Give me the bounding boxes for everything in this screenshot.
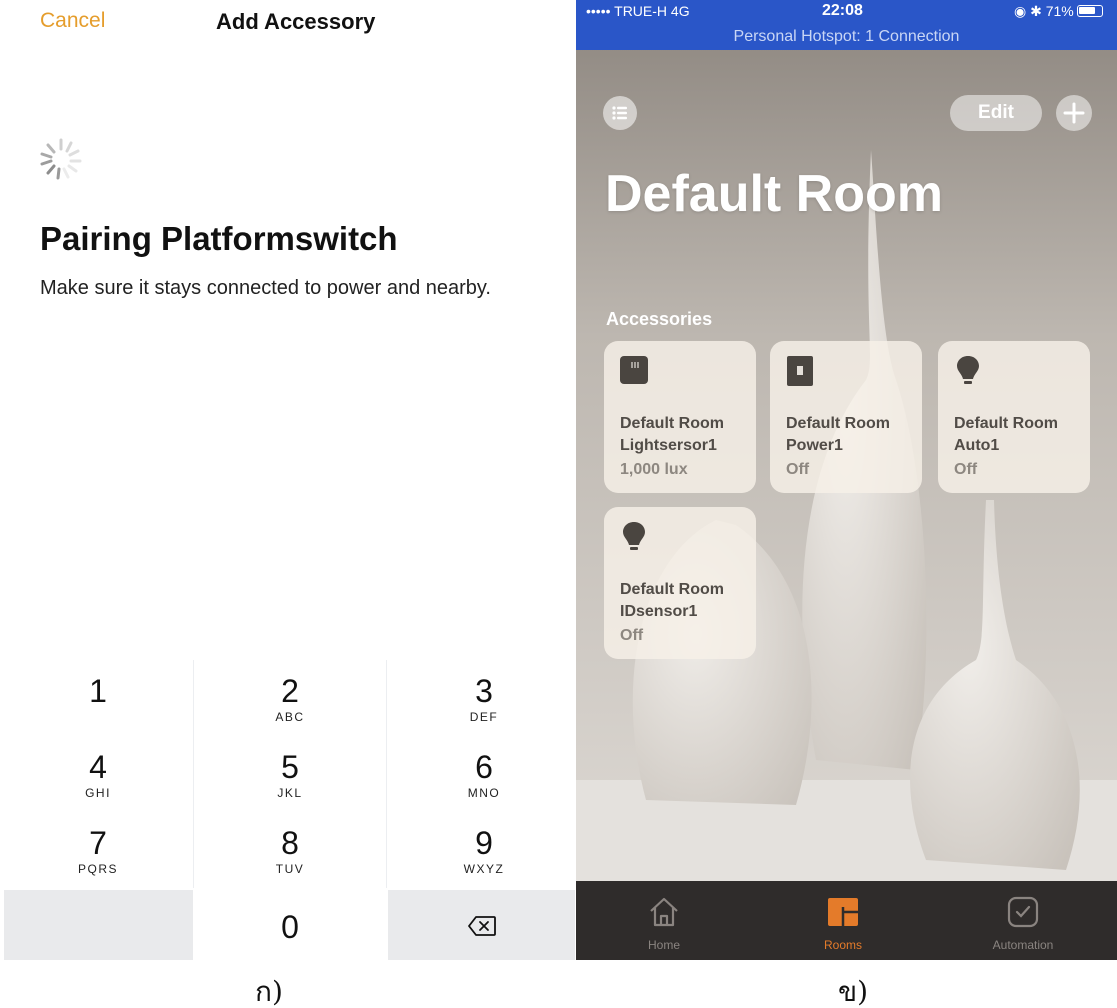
numeric-keypad: 1 2 ABC 3 DEF 4 GHI 5 JKL 6 MNO 7 PQRS 8… [0,660,575,960]
figure-caption-right: ข) [838,975,869,1008]
cancel-button[interactable]: Cancel [40,9,105,33]
tab-rooms[interactable]: Rooms [773,881,913,960]
backspace-key[interactable] [388,890,575,960]
key-digit: 9 [475,825,493,861]
carrier-label: ••••• TRUE-H 4G [586,3,690,19]
bluetooth-icon: ◉ ✱ [1014,3,1046,19]
key-digit: 1 [89,673,107,709]
key-3[interactable]: 3 DEF [389,660,579,736]
accessory-tile-power[interactable]: Default Room Power1 Off [770,341,922,493]
status-bar: ••••• TRUE-H 4G 22:08 ◉ ✱ 71% Personal H… [576,0,1117,50]
backspace-icon [468,916,496,936]
accessory-tile-lightsensor[interactable]: Default Room Lightsersor1 1,000 lux [604,341,756,493]
key-letters: GHI [85,786,111,800]
tile-accessory-name: Auto1 [954,437,1000,454]
key-digit: 0 [281,909,299,945]
list-button[interactable] [603,96,637,130]
key-digit: 6 [475,749,493,785]
key-letters: DEF [469,710,499,724]
spinner-icon [40,138,82,180]
sensor-icon [620,356,648,384]
tile-status: Off [954,461,978,478]
tile-accessory-name: Lightsersor1 [620,437,717,454]
tab-label: Automation [992,938,1054,952]
accessory-tile-auto[interactable]: Default Room Auto1 Off [938,341,1090,493]
key-digit: 5 [281,749,299,785]
nav-title: Add Accessory [216,9,376,34]
key-2[interactable]: 2 ABC [195,660,385,736]
key-digit: 7 [89,825,107,861]
keypad-blank-key [4,890,193,960]
room-title: Default Room [605,165,943,223]
key-digit: 4 [89,749,107,785]
tab-label: Home [647,938,680,952]
key-6[interactable]: 6 MNO [389,736,579,812]
lightbulb-icon [957,356,979,384]
key-5[interactable]: 5 JKL [195,736,385,812]
tile-accessory-name: Power1 [786,437,843,454]
battery-indicator: ◉ ✱ 71% [1014,3,1103,20]
tile-room-name: Default Room [786,415,890,432]
key-letters: JKL [277,786,303,800]
tab-home[interactable]: Home [594,881,734,960]
pairing-title: Pairing Platformswitch [40,220,398,257]
home-icon [650,897,678,927]
key-letters: PQRS [77,862,118,876]
tile-status: Off [620,627,644,644]
key-letters: MNO [467,786,501,800]
tile-room-name: Default Room [620,581,724,598]
tab-automation[interactable]: Automation [953,881,1093,960]
tile-accessory-name: IDsensor1 [620,603,698,620]
key-letters: ABC [275,710,305,724]
key-0[interactable]: 0 [195,896,385,972]
tab-label: Rooms [823,938,862,952]
edit-button[interactable]: Edit [950,95,1042,131]
clock-icon [1007,896,1039,928]
pairing-instructions: Make sure it stays connected to power an… [40,277,491,299]
home-app-room-screen: ••••• TRUE-H 4G 22:08 ◉ ✱ 71% Personal H… [576,0,1117,960]
key-digit: 2 [281,673,299,709]
clock-label: 22:08 [822,2,863,19]
key-digit: 3 [475,673,493,709]
key-digit: 8 [281,825,299,861]
figure-caption-left: ก) [255,975,283,1008]
switch-icon [787,356,813,386]
key-1[interactable]: 1 [3,660,193,736]
key-7[interactable]: 7 PQRS [3,812,193,888]
hotspot-banner[interactable]: Personal Hotspot: 1 Connection [576,28,1117,46]
key-4[interactable]: 4 GHI [3,736,193,812]
tile-room-name: Default Room [954,415,1058,432]
accessory-tile-idsensor[interactable]: Default Room IDsensor1 Off [604,507,756,659]
key-letters: WXYZ [463,862,505,876]
battery-icon [1076,5,1103,17]
list-icon [612,106,627,120]
tile-status: Off [786,461,810,478]
plus-icon [1063,102,1085,124]
keypad-divider [193,660,194,888]
tab-bar: Home Rooms Automation [576,881,1117,960]
tile-status: 1,000 lux [620,461,688,478]
add-button[interactable] [1056,95,1092,131]
tile-room-name: Default Room [620,415,724,432]
battery-percent: 71% [1045,3,1074,19]
key-letters: TUV [275,862,305,876]
lightbulb-icon [623,522,645,550]
key-9[interactable]: 9 WXYZ [389,812,579,888]
add-accessory-screen: Cancel Add Accessory Pairing Platformswi… [0,0,575,960]
rooms-icon [828,898,858,926]
keypad-divider [386,660,387,888]
key-8[interactable]: 8 TUV [195,812,385,888]
accessories-section-label: Accessories [606,309,713,329]
